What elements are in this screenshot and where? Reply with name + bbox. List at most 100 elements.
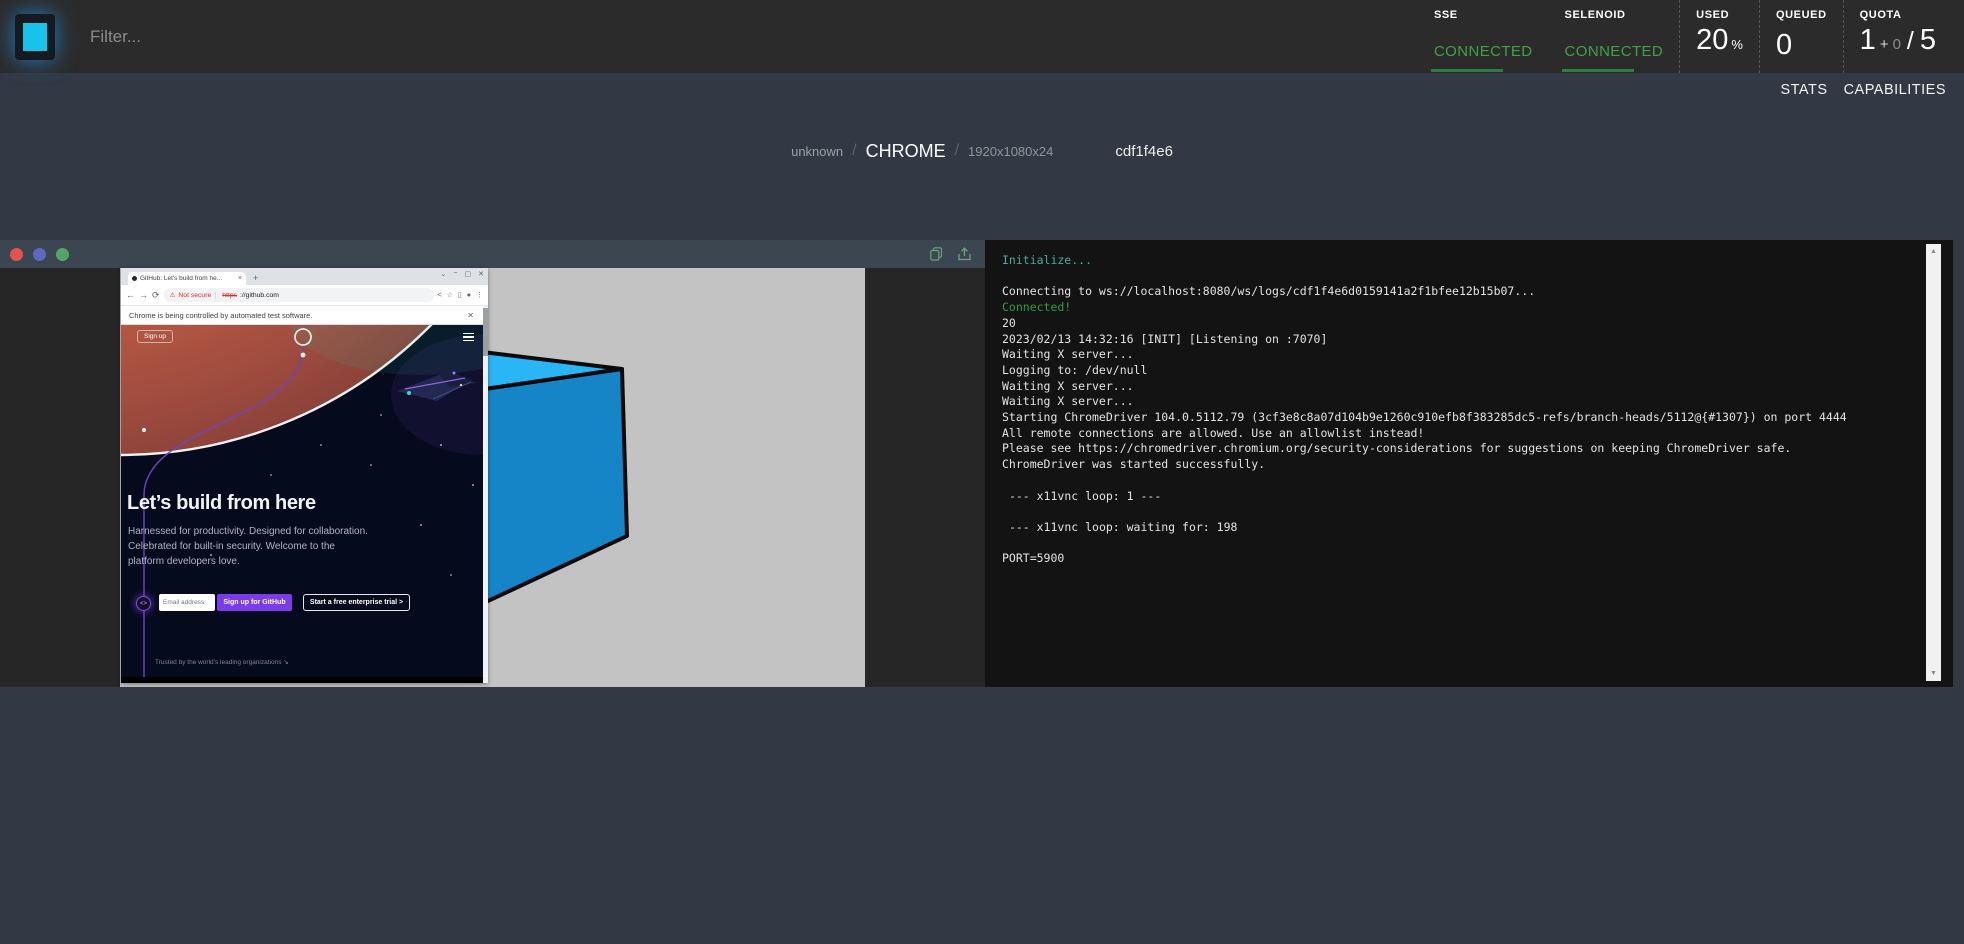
log-line: Starting ChromeDriver 104.0.5112.79 (3cf…	[1002, 410, 1909, 426]
selenoid-label: SELENOID	[1565, 9, 1664, 21]
log-line	[1002, 536, 1909, 552]
url-scheme: https	[222, 292, 237, 299]
tab-title: GitHub: Let's build from he...	[140, 275, 235, 282]
session-browser-name: unknown	[791, 144, 843, 159]
log-line: 2023/02/13 14:32:16 [INIT] [Listening on…	[1002, 332, 1909, 348]
session-browser: CHROME	[866, 141, 946, 162]
selenoid-ui-logo-icon[interactable]	[15, 14, 55, 60]
toolbar-icons: < ☆ ▯ ● ⋮	[438, 291, 483, 299]
top-bar: SSE CONNECTED SELENOID CONNECTED USED 20…	[0, 0, 1964, 73]
nav-tabs: STATS CAPABILITIES	[1780, 82, 1946, 98]
window-minimize-icon[interactable]: −	[453, 270, 457, 278]
session-row[interactable]: unknown / CHROME / 1920x1080x24 cdf1f4e6	[0, 136, 1964, 166]
log-line: --- x11vnc loop: 1 ---	[1002, 489, 1909, 505]
browser-tab[interactable]: GitHub: Let's build from he... ×	[128, 272, 246, 285]
traffic-red-icon	[10, 248, 23, 261]
sse-status-value: CONNECTED	[1434, 43, 1533, 60]
forward-button[interactable]: →	[139, 290, 148, 300]
code-node-icon: <>	[136, 596, 151, 611]
hamburger-menu-icon[interactable]	[463, 333, 474, 343]
upload-icon[interactable]	[958, 247, 971, 261]
log-line: Logging to: /dev/null	[1002, 363, 1909, 379]
security-label: Not secure	[178, 292, 216, 299]
quota-plus-sign: +	[1880, 36, 1889, 53]
enterprise-trial-button[interactable]: Start a free enterprise trial >	[303, 594, 410, 611]
window-close-icon[interactable]: ✕	[478, 270, 484, 278]
automation-infobar: Chrome is being controlled by automated …	[121, 306, 488, 325]
log-line: Initialize...	[1002, 253, 1909, 269]
log-output: Initialize... Connecting to ws://localho…	[1002, 253, 1909, 567]
quota-total: 5	[1920, 24, 1936, 56]
copy-icon[interactable]	[930, 247, 943, 261]
sse-status-block: SSE CONNECTED	[1418, 0, 1549, 73]
vnc-screen[interactable]: GitHub: Let's build from he... × + ⌄ − ▢…	[120, 268, 865, 687]
bookmark-star-icon[interactable]: ☆	[447, 291, 453, 299]
tab-stats[interactable]: STATS	[1780, 82, 1827, 98]
scroll-down-icon[interactable]: ▼	[1926, 670, 1941, 677]
queued-status-block: QUEUED 0	[1759, 0, 1843, 73]
quota-status-block: QUOTA 1+0/5	[1843, 0, 1952, 73]
log-line: All remote connections are allowed. Use …	[1002, 426, 1909, 442]
omnibox[interactable]: ⚠ Not secure https ://github.com	[164, 288, 434, 302]
used-number: 20	[1696, 24, 1728, 56]
profile-avatar-icon[interactable]: ●	[467, 292, 471, 299]
quota-pending: 0	[1893, 36, 1901, 53]
queued-label: QUEUED	[1776, 9, 1827, 21]
browser-toolbar: ← → ⟳ ⚠ Not secure https ://github.com <…	[121, 285, 488, 306]
url-text: ://github.com	[240, 292, 279, 299]
infobar-close-icon[interactable]: ✕	[467, 311, 474, 320]
log-line: Connecting to ws://localhost:8080/ws/log…	[1002, 284, 1909, 300]
warning-icon: ⚠	[170, 291, 176, 299]
tab-search-icon[interactable]: ⌄	[441, 270, 447, 278]
used-label: USED	[1696, 9, 1743, 21]
sse-label: SSE	[1434, 9, 1533, 21]
logo-square-icon	[23, 23, 47, 51]
log-panel: Initialize... Connecting to ws://localho…	[985, 240, 1953, 687]
reload-button[interactable]: ⟳	[152, 290, 160, 301]
share-icon[interactable]: <	[438, 292, 442, 299]
vnc-letterbox: GitHub: Let's build from he... × + ⌄ − ▢…	[0, 268, 985, 687]
tab-capabilities[interactable]: CAPABILITIES	[1844, 82, 1946, 98]
log-line: 20	[1002, 316, 1909, 332]
sse-underline	[1431, 69, 1503, 72]
quota-current: 1	[1860, 24, 1876, 56]
filter-input[interactable]	[90, 27, 510, 47]
window-maximize-icon[interactable]: ▢	[465, 270, 472, 278]
scroll-up-icon[interactable]: ▲	[1926, 248, 1941, 255]
session-separator: /	[955, 142, 959, 160]
log-scrollbar[interactable]: ▲ ▼	[1926, 244, 1941, 681]
used-status-block: USED 20%	[1679, 0, 1759, 73]
queued-value: 0	[1776, 30, 1827, 60]
remote-browser-window[interactable]: GitHub: Let's build from he... × + ⌄ − ▢…	[121, 268, 488, 683]
back-button[interactable]: ←	[126, 290, 135, 300]
log-line	[1002, 504, 1909, 520]
signup-github-button[interactable]: Sign up for GitHub	[217, 594, 292, 611]
status-bar: SSE CONNECTED SELENOID CONNECTED USED 20…	[1418, 0, 1964, 73]
quota-value: 1+0/5	[1860, 25, 1936, 60]
browser-tabstrip: GitHub: Let's build from he... × + ⌄ − ▢…	[121, 268, 488, 285]
page-footer-strip	[121, 677, 488, 683]
github-favicon-icon	[132, 276, 137, 281]
used-value: 20%	[1696, 25, 1743, 60]
window-controls: ⌄ − ▢ ✕	[441, 270, 484, 278]
session-separator: /	[852, 142, 856, 160]
log-line: Please see https://chromedriver.chromium…	[1002, 441, 1909, 457]
session-id-link[interactable]: cdf1f4e6	[1115, 143, 1173, 160]
github-signup-button[interactable]: Sign up	[137, 330, 173, 343]
used-unit: %	[1731, 37, 1743, 52]
tab-close-icon[interactable]: ×	[238, 275, 242, 282]
browser-scrollbar-thumb[interactable]	[483, 308, 488, 356]
vnc-panel: GitHub: Let's build from he... × + ⌄ − ▢…	[0, 240, 985, 687]
new-tab-button[interactable]: +	[253, 273, 258, 283]
browser-menu-icon[interactable]: ⋮	[476, 291, 483, 299]
log-line: Waiting X server...	[1002, 347, 1909, 363]
log-line: Connected!	[1002, 300, 1909, 316]
email-input[interactable]	[159, 594, 215, 611]
log-line: Waiting X server...	[1002, 394, 1909, 410]
side-panel-icon[interactable]: ▯	[458, 291, 462, 299]
browser-scrollbar[interactable]	[483, 306, 488, 683]
vnc-header	[0, 240, 985, 268]
traffic-green-icon	[56, 248, 69, 261]
hero-description: Harnessed for productivity. Designed for…	[128, 524, 373, 569]
log-line: Waiting X server...	[1002, 379, 1909, 395]
